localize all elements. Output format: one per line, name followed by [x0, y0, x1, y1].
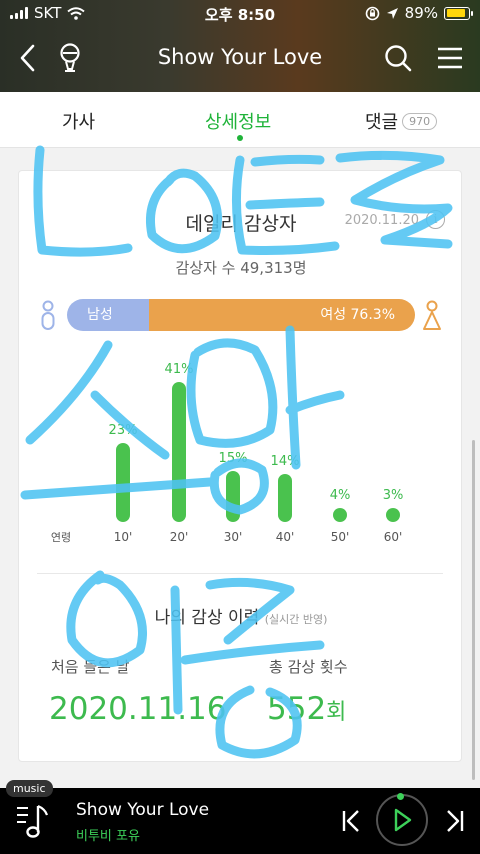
battery-percent: 89% — [404, 4, 438, 22]
age-percent-label: 3% — [382, 488, 404, 503]
listener-count: 감상자 수 49,313명 — [175, 259, 307, 277]
age-group-label: 60' — [383, 530, 403, 544]
microphone-icon — [60, 43, 80, 72]
rotation-lock-icon — [365, 6, 379, 20]
age-bar-50 — [333, 508, 347, 522]
male-ratio: 남성 23.7% — [67, 299, 150, 331]
daily-date: 2020.11.20 — [344, 213, 419, 228]
age-group-label: 40' — [275, 530, 295, 544]
search-button[interactable] — [378, 38, 418, 78]
location-icon — [386, 7, 398, 19]
skip-previous-icon — [342, 810, 359, 832]
age-bar-60 — [386, 508, 400, 522]
play-count-unit: 회 — [326, 700, 347, 725]
age-percent-label: 14% — [270, 454, 300, 470]
mini-player[interactable]: music Show Your Love 비투비 포유 — [0, 780, 480, 854]
section-divider — [37, 573, 443, 574]
history-title-text: 나의 감상 이력 — [154, 608, 260, 628]
search-icon — [385, 45, 412, 72]
chevron-left-icon — [20, 44, 35, 72]
comment-count-badge: 970 — [402, 113, 438, 130]
gender-ratio-bar: 남성 23.7% 여성 76.3% — [67, 299, 415, 331]
tab-details[interactable]: 상세정보 — [205, 108, 271, 134]
play-icon — [394, 808, 412, 832]
menu-button[interactable] — [430, 38, 470, 78]
age-bar-20 — [172, 382, 186, 522]
age-percent-label: 41% — [164, 362, 194, 377]
play-progress-dot — [397, 793, 404, 800]
battery-level — [446, 9, 466, 17]
previous-button[interactable] — [336, 806, 366, 836]
age-group-label: 50' — [330, 530, 350, 544]
age-bar-40 — [278, 474, 292, 522]
age-percent-label: 4% — [329, 488, 351, 503]
stats-card: 데일리 감상자 2020.11.20 i 감상자 수 49,313명 남성 23… — [18, 170, 462, 762]
play-count-label: 총 감상 횟수 — [269, 658, 348, 676]
age-bar-30 — [226, 470, 240, 522]
age-group-label: 20' — [169, 530, 189, 544]
scrollbar[interactable] — [472, 440, 475, 780]
tab-comments[interactable]: 댓글 970 — [365, 108, 438, 134]
top-area: SKT 오후 8:50 89% Show Your Love — [0, 0, 480, 92]
info-icon[interactable]: i — [426, 210, 445, 229]
female-icon — [423, 300, 441, 330]
first-listen-label: 처음 들은 날 — [51, 658, 130, 676]
back-button[interactable] — [8, 38, 48, 78]
mic-button[interactable] — [50, 38, 90, 78]
skip-next-icon — [447, 810, 464, 832]
player-artist: 비투비 포유 — [76, 829, 140, 844]
age-percent-label: 23% — [108, 423, 138, 439]
active-tab-indicator — [237, 135, 243, 141]
history-note: (실시간 반영) — [264, 613, 328, 626]
music-tag: music — [6, 780, 53, 797]
tab-bar: 가사 상세정보 댓글 970 — [0, 92, 480, 148]
battery-icon — [444, 6, 473, 20]
age-percent-label: 15% — [218, 450, 248, 466]
play-count-number: 552 — [267, 691, 327, 727]
first-listen-date: 2020.11.16 — [49, 691, 227, 727]
tab-comments-label: 댓글 — [365, 112, 399, 133]
male-icon — [41, 300, 55, 330]
age-bar-10 — [116, 443, 130, 522]
status-right: 89% — [365, 4, 473, 22]
history-title: 나의 감상 이력 (실시간 반영) — [19, 603, 463, 628]
page-title: Show Your Love — [157, 45, 323, 69]
status-bar: SKT 오후 8:50 89% — [0, 0, 480, 26]
tab-lyrics[interactable]: 가사 — [62, 108, 95, 134]
next-button[interactable] — [440, 806, 470, 836]
play-count-value: 552회 — [267, 691, 346, 727]
player-song-title: Show Your Love — [76, 800, 210, 820]
age-axis-label: 연령 — [50, 531, 72, 544]
music-note-icon[interactable] — [14, 800, 50, 840]
age-group-label: 10' — [113, 530, 133, 544]
age-group-label: 30' — [223, 530, 243, 544]
hamburger-menu-icon — [438, 47, 462, 69]
female-ratio: 여성 76.3% — [149, 299, 415, 331]
header: Show Your Love — [0, 36, 480, 80]
play-button[interactable] — [376, 794, 428, 846]
